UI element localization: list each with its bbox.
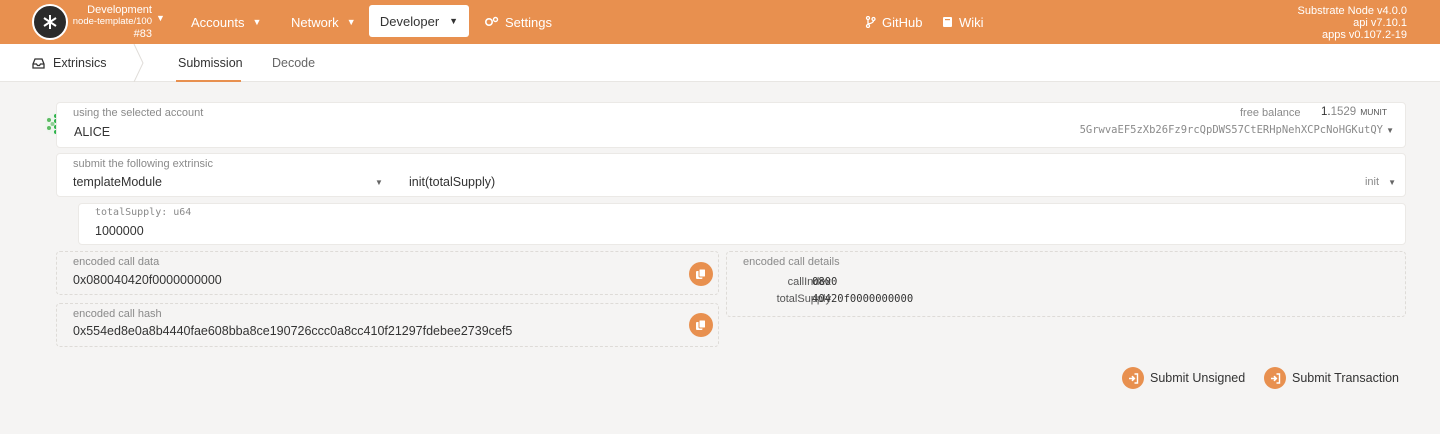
active-tab-indicator xyxy=(176,80,241,82)
block-number: #83 xyxy=(133,28,152,40)
module-value: templateModule xyxy=(73,175,162,189)
encoded-call-details-label: encoded call details xyxy=(743,256,840,268)
chevron-down-icon: ▼ xyxy=(375,178,383,187)
balance-fraction: 1529 xyxy=(1330,106,1357,118)
param-label: totalSupply: u64 xyxy=(95,207,192,218)
account-selector[interactable]: using the selected account ALICE free ba… xyxy=(56,102,1406,148)
method-dropdown[interactable]: init(totalSupply) init ▼ xyxy=(402,172,1402,196)
chevron-down-icon[interactable]: ▼ xyxy=(156,13,165,23)
extrinsic-selector: submit the following extrinsic templateM… xyxy=(56,153,1406,197)
breadcrumb-chevron xyxy=(133,44,144,82)
encoded-call-data: encoded call data 0x080040420f0000000000 xyxy=(56,251,719,295)
chevron-down-icon: ▼ xyxy=(449,16,459,26)
nav-github-label: GitHub xyxy=(882,14,923,30)
copy-icon[interactable] xyxy=(689,262,713,286)
nav-network-label: Network xyxy=(291,14,339,30)
chevron-down-icon: ▼ xyxy=(1388,178,1396,187)
top-bar: Development node-template/100 #83 ▼ Acco… xyxy=(0,0,1440,44)
section-extrinsics: Extrinsics xyxy=(32,44,106,82)
submit-transaction-button[interactable]: Submit Transaction xyxy=(1264,366,1399,390)
chevron-down-icon: ▼ xyxy=(346,17,356,27)
balance-integer: 1. xyxy=(1321,106,1331,118)
account-label: using the selected account xyxy=(73,107,204,119)
encoded-call-data-value: 0x080040420f0000000000 xyxy=(73,273,222,287)
encoded-call-data-label: encoded call data xyxy=(73,256,160,268)
encoded-call-hash-value: 0x554ed8e0a8b4440fae608bba8ce190726ccc0a… xyxy=(73,324,513,338)
total-supply-value: 40420f0000000000 xyxy=(812,293,914,305)
sub-navigation: Extrinsics Submission Decode xyxy=(0,44,1440,82)
nav-github[interactable]: GitHub xyxy=(865,0,922,44)
gears-icon xyxy=(484,16,499,27)
nav-developer-label: Developer xyxy=(379,13,440,29)
encoded-call-hash: encoded call hash 0x554ed8e0a8b4440fae60… xyxy=(56,303,719,347)
api-version: api v7.10.1 xyxy=(1353,17,1407,29)
nav-settings[interactable]: Settings xyxy=(484,0,552,44)
method-value: init(totalSupply) xyxy=(409,175,496,189)
extrinsic-label: submit the following extrinsic xyxy=(73,158,214,170)
nav-wiki[interactable]: Wiki xyxy=(942,0,984,44)
copy-icon[interactable] xyxy=(689,313,713,337)
substrate-logo-icon[interactable] xyxy=(32,4,68,40)
submit-unsigned-button[interactable]: Submit Unsigned xyxy=(1122,366,1245,390)
version-info: Substrate Node v4.0.0 api v7.10.1 apps v… xyxy=(1298,5,1407,41)
inbox-icon xyxy=(32,57,45,69)
section-label: Extrinsics xyxy=(53,56,107,70)
submit-unsigned-label: Submit Unsigned xyxy=(1150,371,1246,385)
sign-in-icon xyxy=(1264,367,1286,389)
total-supply-input[interactable]: totalSupply: u64 1000000 xyxy=(78,203,1406,245)
nav-network[interactable]: Network ▼ xyxy=(291,0,356,44)
tab-submission[interactable]: Submission xyxy=(178,44,243,82)
nav-developer[interactable]: Developer ▼ xyxy=(369,5,469,37)
call-index-value: 0800 xyxy=(812,276,838,288)
nav-accounts[interactable]: Accounts ▼ xyxy=(191,0,261,44)
account-name: ALICE xyxy=(74,125,111,139)
account-address: 5GrwvaEF5zXb26Fz9rcQpDWS57CtERHpNehXCPcN… xyxy=(1079,124,1383,136)
module-dropdown[interactable]: templateModule ▼ xyxy=(57,172,395,196)
nav-wiki-label: Wiki xyxy=(959,14,984,30)
chain-selector[interactable]: Development node-template/100 #83 xyxy=(72,4,152,40)
balance-unit: MUNIT xyxy=(1360,107,1388,117)
code-branch-icon xyxy=(865,16,876,28)
free-balance-label: free balance xyxy=(1240,107,1301,119)
chain-node: node-template/100 xyxy=(72,16,152,27)
node-version: Substrate Node v4.0.0 xyxy=(1297,5,1407,17)
nav-settings-label: Settings xyxy=(505,14,552,30)
sign-in-icon xyxy=(1122,367,1144,389)
tab-decode[interactable]: Decode xyxy=(272,44,315,82)
chain-name: Development xyxy=(87,4,152,16)
chevron-down-icon[interactable]: ▼ xyxy=(1386,126,1394,135)
book-icon xyxy=(943,17,952,27)
nav-accounts-label: Accounts xyxy=(191,14,245,30)
free-balance-value: 1.1529 MUNIT xyxy=(1321,106,1387,118)
method-name: init xyxy=(1364,176,1379,188)
param-value: 1000000 xyxy=(95,224,144,238)
chevron-down-icon: ▼ xyxy=(252,17,262,27)
submit-transaction-label: Submit Transaction xyxy=(1292,371,1399,385)
encoded-call-details: encoded call details callIndex 0800 tota… xyxy=(726,251,1406,317)
encoded-call-hash-label: encoded call hash xyxy=(73,308,162,320)
apps-version: apps v0.107.2-19 xyxy=(1321,29,1407,41)
